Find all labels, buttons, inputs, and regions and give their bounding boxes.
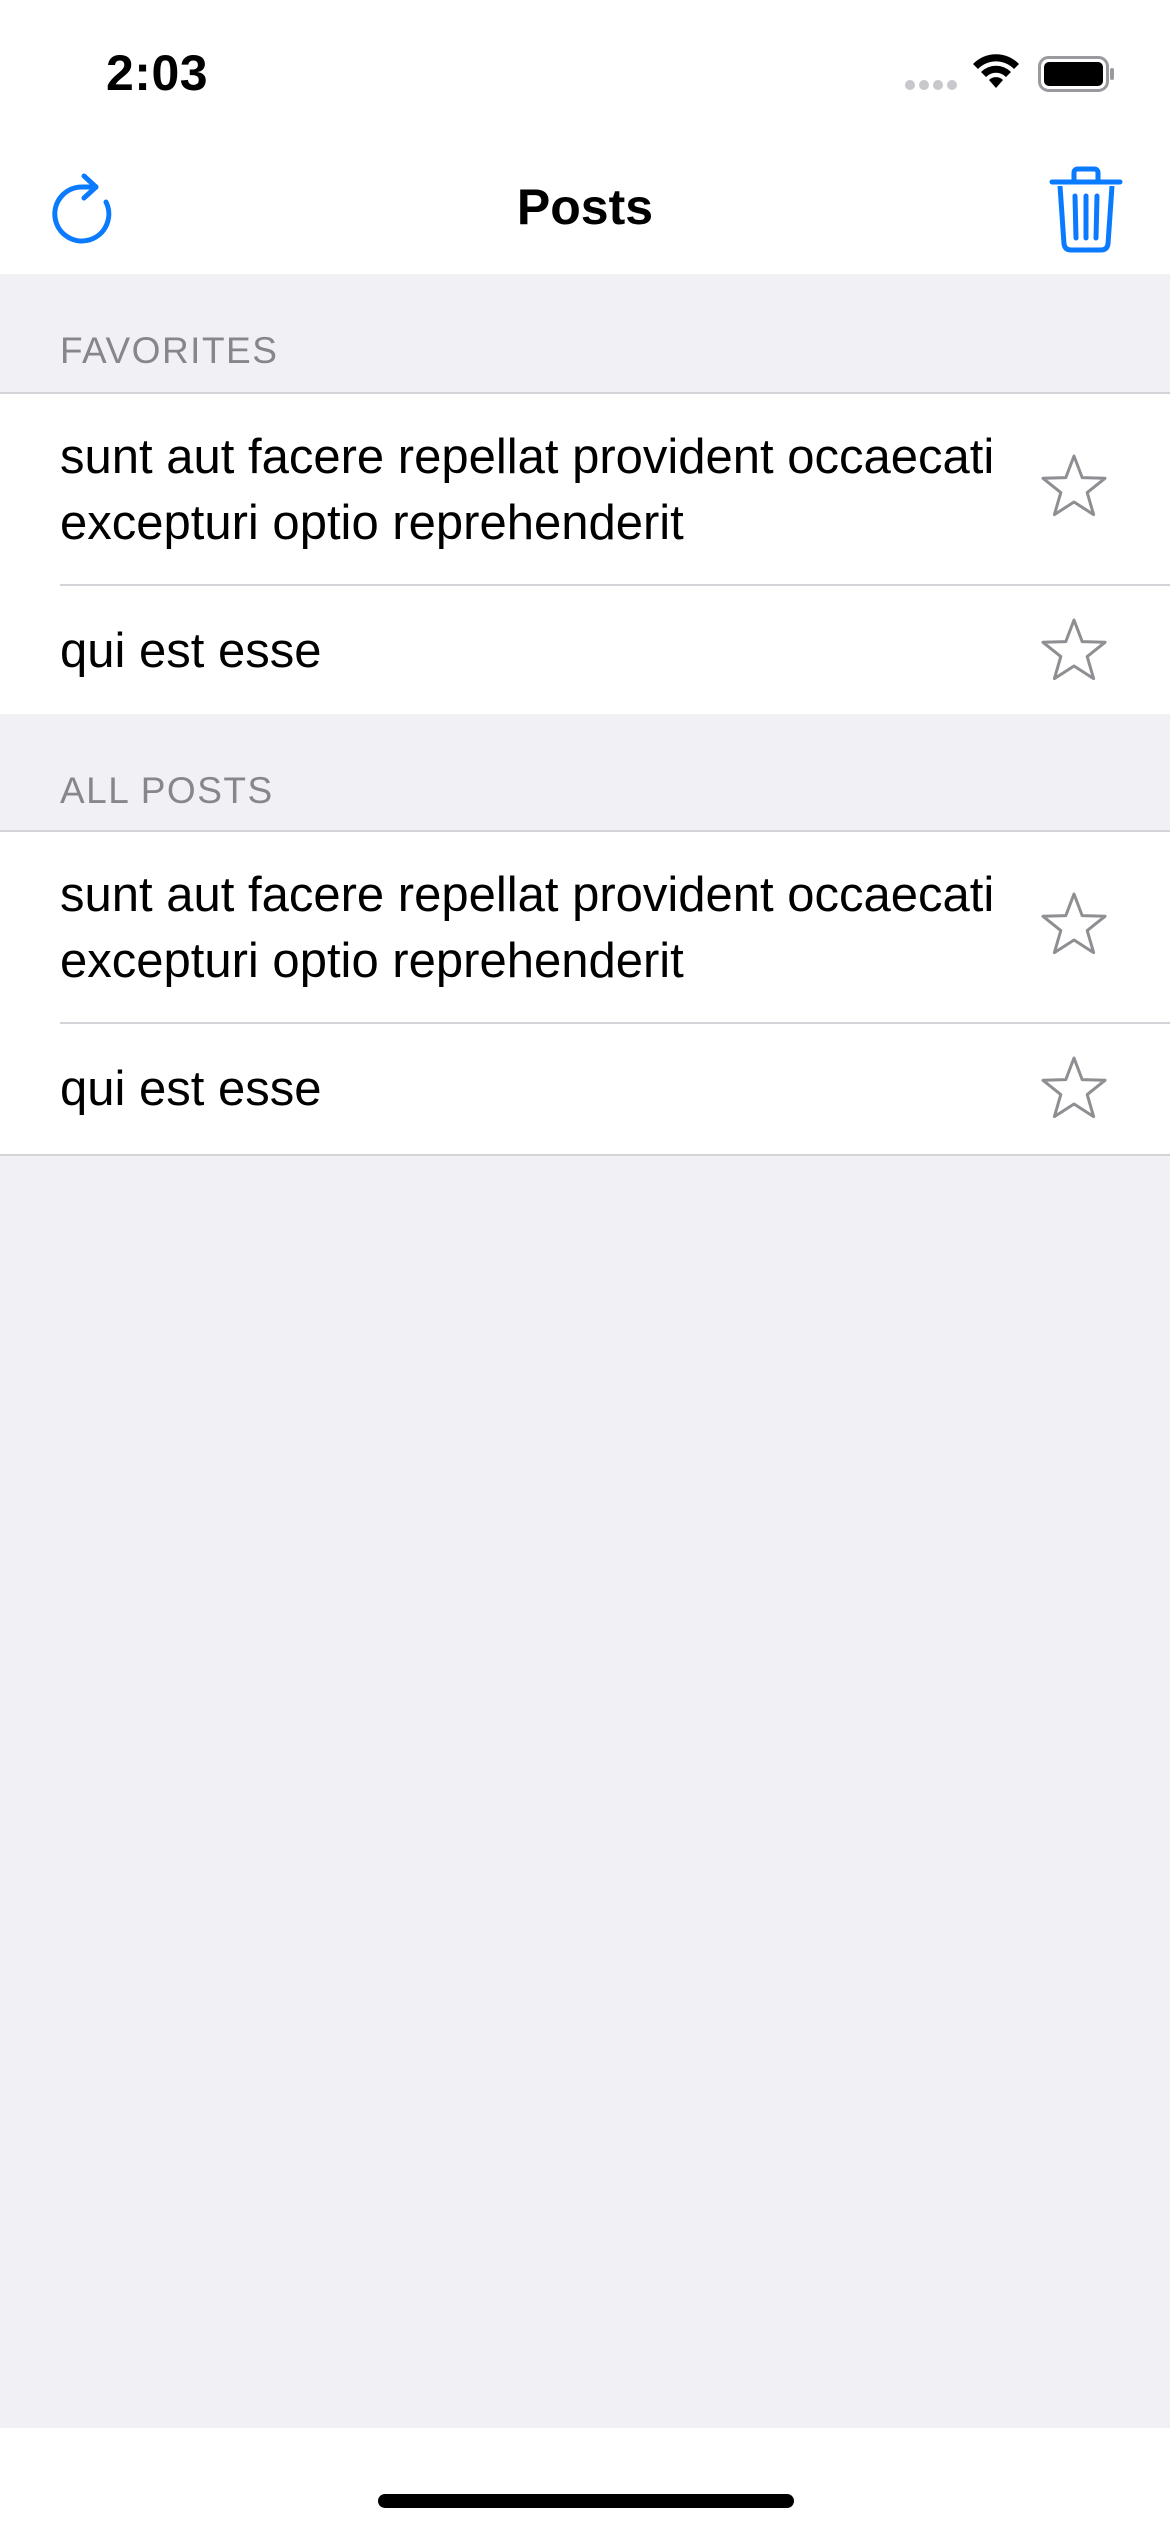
star-icon	[1041, 1056, 1107, 1119]
list-item[interactable]: sunt aut facere repellat provident occae…	[0, 832, 1170, 1024]
delete-button[interactable]	[1044, 164, 1128, 254]
section-header-label: FAVORITES	[60, 330, 279, 371]
battery-icon	[1038, 56, 1114, 92]
page-title: Posts	[516, 179, 654, 235]
star-icon	[1041, 892, 1107, 955]
post-title: qui est esse	[60, 624, 322, 678]
favorite-toggle-button[interactable]	[1038, 1054, 1110, 1126]
section-header-label: ALL POSTS	[60, 770, 274, 811]
signal-icon	[905, 80, 957, 90]
status-bar: 2:03	[0, 0, 1170, 140]
post-title: sunt aut facere repellat provident occae…	[60, 868, 995, 988]
trash-icon	[1049, 166, 1123, 253]
screen: 2:03 Posts FAVORITES sunt aut facere rep…	[0, 0, 1170, 2532]
post-title: sunt aut facere repellat provident occae…	[60, 430, 995, 550]
list-item[interactable]: qui est esse	[0, 1024, 1170, 1154]
favorite-toggle-button[interactable]	[1038, 616, 1110, 688]
status-time: 2:03	[106, 45, 209, 101]
list-item[interactable]: qui est esse	[0, 586, 1170, 716]
favorites-list: sunt aut facere repellat provident occae…	[0, 392, 1170, 718]
home-indicator[interactable]	[378, 2494, 794, 2508]
favorite-toggle-button[interactable]	[1038, 452, 1110, 524]
star-icon	[1041, 454, 1107, 517]
favorite-toggle-button[interactable]	[1038, 890, 1110, 962]
wifi-icon	[973, 54, 1019, 88]
home-indicator-area	[0, 2428, 1170, 2532]
section-header-favorites: FAVORITES	[0, 274, 1170, 394]
section-header-all-posts: ALL POSTS	[0, 714, 1170, 834]
post-title: qui est esse	[60, 1062, 322, 1116]
all-posts-list: sunt aut facere repellat provident occae…	[0, 830, 1170, 1156]
star-icon	[1041, 618, 1107, 681]
list-item[interactable]: sunt aut facere repellat provident occae…	[0, 394, 1170, 586]
navigation-bar: Posts	[0, 140, 1170, 274]
